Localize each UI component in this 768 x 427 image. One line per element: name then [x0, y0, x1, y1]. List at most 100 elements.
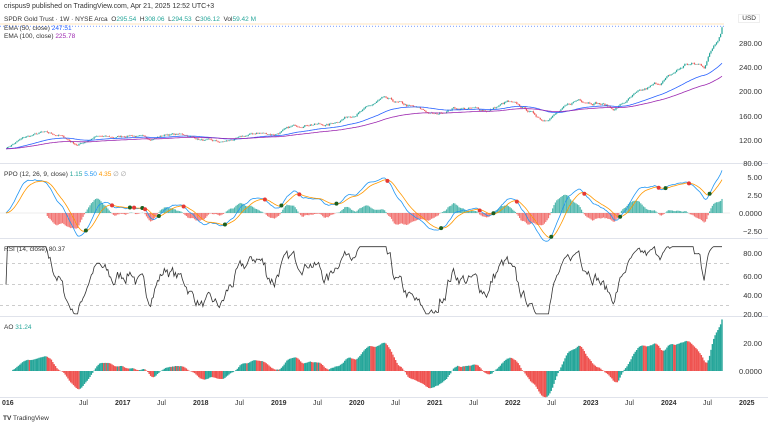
candle — [633, 93, 635, 95]
currency-label[interactable]: USD — [738, 14, 760, 23]
candle — [564, 105, 566, 107]
candle — [580, 100, 583, 102]
ppo-histogram-bar — [425, 213, 427, 221]
candle — [552, 115, 554, 118]
candle — [173, 133, 175, 135]
candle — [689, 64, 691, 65]
ao-bar — [74, 371, 76, 387]
ppo-histogram-bar — [373, 209, 375, 213]
ao-bar — [622, 371, 624, 373]
axis-tick-label: 0.0000 — [739, 367, 762, 376]
candle — [480, 110, 482, 111]
ao-bar — [589, 359, 591, 371]
ppo-histogram-bar — [78, 213, 80, 226]
ppo-histogram-bar — [671, 210, 674, 213]
ao-bar — [213, 371, 215, 378]
ppo-histogram-bar — [125, 213, 127, 215]
candle — [108, 136, 110, 138]
axis-tick-label: 60.00 — [743, 272, 762, 281]
ao-bar — [419, 371, 422, 383]
ppo-histogram-bar — [523, 213, 525, 221]
candle — [72, 141, 75, 144]
ppo-histogram-bar — [311, 213, 313, 215]
ao-bar — [310, 361, 313, 371]
ao-bar — [608, 371, 610, 376]
ao-bar — [50, 359, 53, 371]
ao-bar — [470, 365, 473, 371]
candle — [648, 86, 650, 88]
ao-bar — [417, 371, 419, 382]
ppo-histogram-bar — [393, 213, 395, 224]
ao-bar — [692, 345, 694, 371]
candle — [659, 84, 661, 85]
ao-bar — [484, 371, 486, 373]
ao-bar — [215, 371, 218, 379]
ppo-histogram-bar — [53, 213, 55, 224]
candle — [88, 140, 90, 142]
ao-bar — [584, 353, 587, 371]
ao-bar — [554, 371, 557, 380]
ao-bar — [646, 346, 649, 371]
candle — [586, 102, 588, 104]
ppo-histogram-bar — [706, 213, 708, 220]
ao-bar — [429, 371, 431, 389]
ppo-histogram-bar — [156, 213, 159, 214]
ao-bar — [53, 364, 55, 371]
candle — [538, 117, 540, 118]
ao-bar — [605, 371, 608, 374]
candle — [244, 136, 247, 137]
ao-bar — [144, 369, 146, 371]
candle — [49, 132, 51, 134]
candle — [452, 107, 455, 109]
candle — [333, 123, 335, 124]
candle — [641, 89, 643, 91]
candle — [203, 140, 205, 141]
ppo-histogram-bar — [382, 209, 384, 213]
ppo-histogram-bar — [258, 210, 260, 213]
ao-bar — [257, 360, 259, 371]
ao-bar — [598, 367, 601, 371]
chart-canvas[interactable] — [0, 0, 730, 400]
ppo-histogram-bar — [254, 208, 256, 213]
ao-bar — [576, 346, 579, 371]
ao-bar — [334, 366, 336, 371]
ao-bar — [556, 371, 558, 377]
ao-bar — [480, 368, 482, 371]
ao-bar — [591, 363, 594, 371]
axis-tick-label: 5.00 — [747, 173, 762, 182]
candle — [468, 107, 470, 109]
time-axis-label: Jul — [625, 400, 634, 407]
ao-bar — [662, 350, 664, 371]
candle — [283, 128, 285, 130]
ppo-histogram-bar — [240, 203, 243, 213]
ao-bar — [558, 370, 561, 371]
candle — [392, 99, 394, 102]
ppo-histogram-bar — [48, 213, 50, 218]
tradingview-logo: TV TradingView — [3, 415, 49, 422]
candle — [31, 135, 33, 136]
ppo-histogram-bar — [702, 213, 704, 222]
candle — [172, 133, 174, 135]
ppo-histogram-bar — [539, 213, 541, 226]
candle — [118, 136, 120, 137]
ao-bar — [719, 324, 722, 371]
candle — [647, 87, 649, 90]
ao-bar — [34, 359, 36, 371]
time-axis-label: Jul — [235, 400, 244, 407]
ao-bar — [317, 362, 320, 371]
ppo-cross-marker — [686, 181, 691, 186]
candle — [494, 107, 496, 109]
ao-bar — [288, 358, 291, 371]
ao-bar — [542, 371, 544, 397]
candle — [54, 135, 57, 136]
candle — [527, 110, 529, 112]
candle — [411, 105, 413, 107]
candle — [198, 138, 200, 140]
candle — [399, 101, 401, 103]
candle — [395, 101, 397, 103]
ppo-histogram-bar — [75, 213, 77, 229]
ao-bar — [483, 371, 485, 372]
ao-bar — [645, 346, 647, 371]
ppo-histogram-bar — [693, 213, 696, 217]
ppo-histogram-bar — [406, 213, 408, 226]
